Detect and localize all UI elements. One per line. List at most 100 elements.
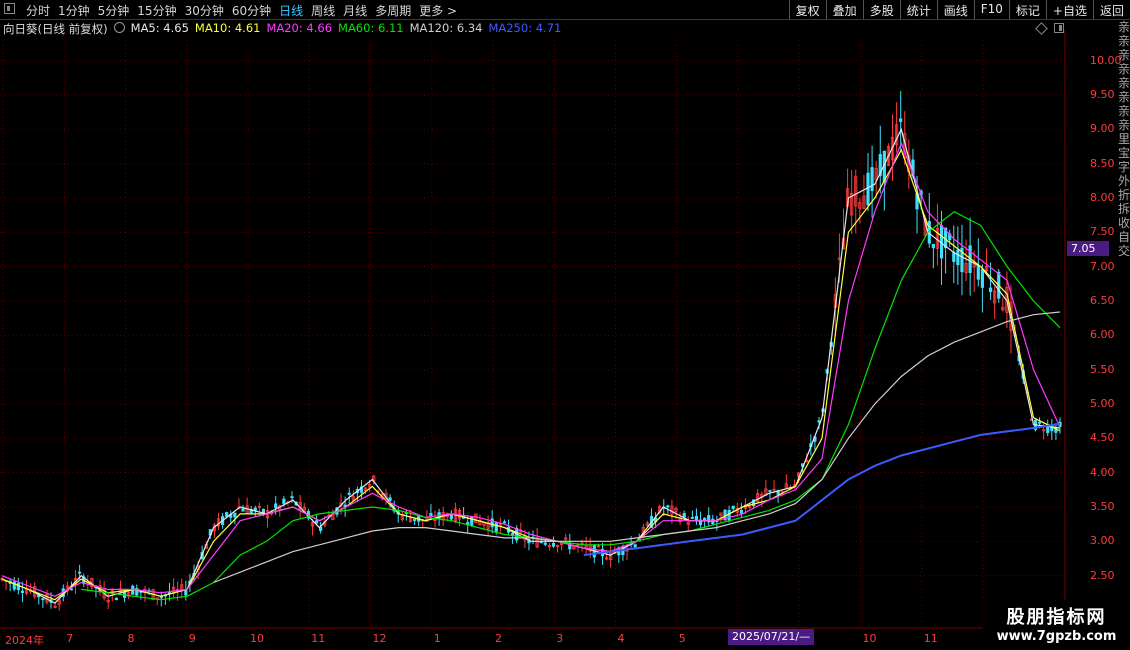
ma-line-ma5 [1, 127, 1061, 604]
candle-body [41, 598, 45, 601]
side-char-4: 亲 [1118, 76, 1130, 90]
candle-body [543, 542, 547, 545]
candle-body [282, 498, 286, 504]
side-char-11: 外 [1118, 174, 1130, 188]
candle-body [739, 509, 743, 514]
cursor-date-badge: 2025/07/21/— [728, 629, 815, 645]
price-tick-8: 6.00 [1090, 328, 1115, 342]
candle-body [466, 522, 470, 525]
candle-body [114, 597, 118, 601]
side-char-3: 亲 [1118, 62, 1130, 76]
candle-body [976, 264, 980, 280]
side-char-1: 亲 [1118, 34, 1130, 48]
side-char-0: 亲 [1118, 20, 1130, 34]
candle-body [78, 571, 82, 574]
candle-body [817, 420, 821, 423]
side-char-2: 亲 [1118, 48, 1130, 62]
side-char-13: 拆 [1118, 202, 1130, 216]
candle-body [727, 509, 731, 521]
candle-body [184, 590, 188, 596]
side-char-15: 自 [1118, 230, 1130, 244]
price-tick-11: 4.50 [1090, 431, 1115, 445]
candle-body [20, 590, 25, 594]
side-char-14: 收 [1118, 216, 1130, 230]
candle-body [980, 269, 984, 288]
candle-body [449, 515, 453, 520]
time-tick-3: 9 [188, 632, 196, 645]
watermark-title: 股朋指标网 [1006, 607, 1107, 628]
candlestick-chart[interactable] [0, 0, 1130, 650]
watermark-url: www.7gpzb.com [996, 629, 1117, 644]
time-tick-0: 2024年 [5, 634, 44, 647]
candle-body [314, 520, 319, 524]
candle-body [956, 249, 960, 266]
price-tick-15: 2.50 [1090, 568, 1115, 582]
time-tick-1: 7 [66, 632, 74, 645]
candle-body [899, 118, 903, 122]
candle-body [711, 518, 715, 525]
candle-body [682, 512, 686, 518]
time-tick-11: 5 [678, 632, 686, 645]
candle-body [290, 496, 294, 498]
side-char-12: 折 [1118, 188, 1130, 202]
current-price-tag: 7.05 [1067, 241, 1109, 256]
candle-body [666, 505, 670, 508]
candle-body [241, 508, 245, 512]
candle-body [429, 513, 433, 516]
time-tick-2: 8 [127, 632, 135, 645]
price-tick-10: 5.00 [1090, 396, 1115, 410]
candle-body [502, 521, 507, 524]
candle-body [494, 522, 498, 532]
candle-body [233, 512, 237, 518]
watermark: 股朋指标网 www.7gpzb.com [983, 600, 1130, 650]
price-tick-14: 3.00 [1090, 534, 1115, 548]
candle-body [690, 516, 694, 519]
side-char-5: 亲 [1118, 90, 1130, 104]
side-info-strip: 亲亲亲亲亲亲亲亲里宝字外折拆收自交 [1118, 20, 1130, 460]
price-tick-13: 3.50 [1090, 499, 1115, 513]
price-tick-9: 5.50 [1090, 362, 1115, 376]
price-tick-4: 8.00 [1090, 190, 1115, 204]
candle-body [159, 596, 163, 599]
side-char-16: 交 [1118, 244, 1130, 258]
price-tick-3: 8.50 [1090, 156, 1115, 170]
candle-body [731, 505, 735, 510]
price-tick-0: 10.00 [1090, 53, 1122, 67]
time-tick-10: 4 [617, 632, 625, 645]
time-tick-7: 1 [433, 632, 441, 645]
price-tick-1: 9.50 [1090, 87, 1115, 101]
time-tick-9: 3 [556, 632, 564, 645]
price-tick-12: 4.00 [1090, 465, 1115, 479]
candle-body [1037, 421, 1042, 424]
side-char-8: 里 [1118, 132, 1130, 146]
candle-body [694, 515, 699, 522]
candle-body [703, 517, 707, 521]
time-tick-6: 12 [372, 632, 387, 645]
price-tick-2: 9.00 [1090, 122, 1115, 136]
price-tick-6: 7.00 [1090, 259, 1115, 273]
time-tick-8: 2 [495, 632, 502, 645]
candle-body [633, 544, 637, 548]
candle-body [866, 172, 870, 206]
candle-body [69, 588, 74, 591]
candle-body [551, 542, 556, 547]
candle-body [490, 518, 494, 528]
candle-body [988, 287, 993, 292]
candle-body [225, 512, 229, 517]
candle-body [274, 503, 278, 509]
time-tick-14: 10 [862, 632, 877, 645]
candle-body [870, 167, 874, 192]
candle-body [16, 582, 20, 591]
side-char-9: 宝 [1118, 146, 1130, 160]
time-tick-5: 11 [311, 632, 326, 645]
side-char-10: 字 [1118, 160, 1130, 174]
candle-body [511, 532, 515, 536]
candle-body [412, 518, 417, 522]
candle-body [931, 243, 935, 249]
side-char-7: 亲 [1118, 118, 1130, 132]
candle-body [347, 492, 351, 495]
time-tick-4: 10 [250, 632, 264, 645]
price-tick-7: 6.50 [1090, 293, 1115, 307]
price-tick-5: 7.50 [1090, 225, 1115, 239]
side-char-6: 亲 [1118, 104, 1130, 118]
